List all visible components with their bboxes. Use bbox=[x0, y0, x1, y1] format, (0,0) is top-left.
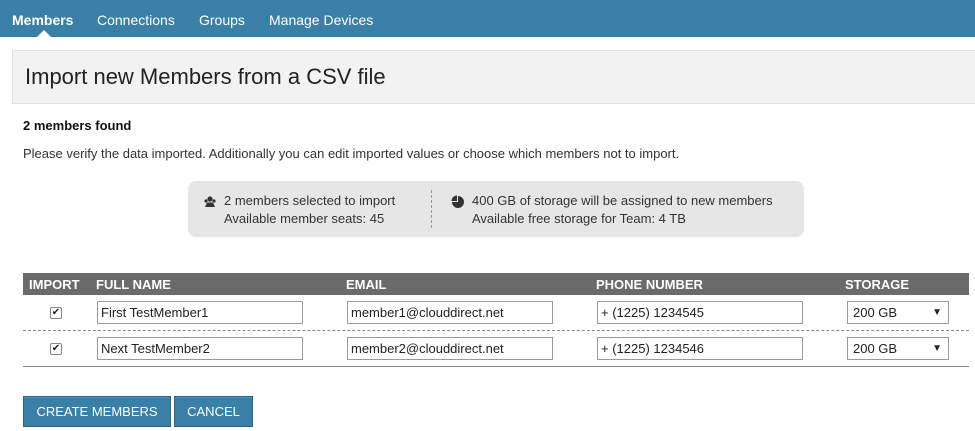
storage-select[interactable]: 200 GB ▼ bbox=[847, 337, 949, 360]
header-full-name: FULL NAME bbox=[96, 277, 171, 292]
users-icon bbox=[204, 196, 216, 207]
available-seats-text: Available member seats: 45 bbox=[224, 211, 385, 226]
storage-assigned-text: 400 GB of storage will be assigned to ne… bbox=[472, 193, 773, 208]
import-checkbox[interactable]: ✔ bbox=[50, 307, 62, 319]
storage-summary: 400 GB of storage will be assigned to ne… bbox=[472, 192, 773, 228]
header-storage: STORAGE bbox=[845, 277, 910, 292]
storage-free-text: Available free storage for Team: 4 TB bbox=[472, 211, 686, 226]
email-input[interactable] bbox=[347, 301, 553, 324]
tab-groups[interactable]: Groups bbox=[199, 0, 245, 37]
full-name-input[interactable] bbox=[97, 301, 303, 324]
storage-select-value: 200 GB bbox=[853, 341, 898, 356]
dropdown-arrow-icon: ▼ bbox=[932, 307, 942, 318]
active-tab-caret bbox=[37, 30, 51, 37]
title-panel: Import new Members from a CSV file bbox=[12, 50, 975, 104]
cancel-button[interactable]: CANCEL bbox=[174, 396, 253, 427]
members-found-count: 2 members found bbox=[23, 118, 132, 133]
import-description: Please verify the data imported. Additio… bbox=[23, 146, 680, 161]
table-header: IMPORT FULL NAME EMAIL PHONE NUMBER STOR… bbox=[23, 273, 969, 295]
email-input[interactable] bbox=[347, 337, 553, 360]
header-phone-number: PHONE NUMBER bbox=[596, 277, 703, 292]
table-row: ✔ 200 GB ▼ bbox=[23, 332, 969, 367]
import-checkbox[interactable]: ✔ bbox=[50, 343, 62, 355]
create-members-button[interactable]: CREATE MEMBERS bbox=[23, 396, 171, 427]
tab-connections[interactable]: Connections bbox=[97, 0, 175, 37]
storage-select-value: 200 GB bbox=[853, 305, 898, 320]
member-selection-summary: 2 members selected to import Available m… bbox=[224, 192, 395, 228]
top-nav: Members Connections Groups Manage Device… bbox=[0, 0, 975, 37]
tab-manage-devices[interactable]: Manage Devices bbox=[269, 0, 373, 37]
full-name-input[interactable] bbox=[97, 337, 303, 360]
page-title: Import new Members from a CSV file bbox=[25, 64, 386, 89]
import-summary: 2 members selected to import Available m… bbox=[188, 181, 804, 237]
phone-number-input[interactable] bbox=[597, 301, 803, 324]
selected-members-text: 2 members selected to import bbox=[224, 193, 396, 208]
phone-number-input[interactable] bbox=[597, 337, 803, 360]
pie-chart-icon bbox=[451, 195, 464, 208]
storage-select[interactable]: 200 GB ▼ bbox=[847, 301, 949, 324]
summary-divider bbox=[431, 190, 432, 228]
header-import: IMPORT bbox=[29, 277, 80, 292]
header-email: EMAIL bbox=[346, 277, 387, 292]
table-row: ✔ 200 GB ▼ bbox=[23, 296, 969, 331]
dropdown-arrow-icon: ▼ bbox=[932, 343, 942, 354]
